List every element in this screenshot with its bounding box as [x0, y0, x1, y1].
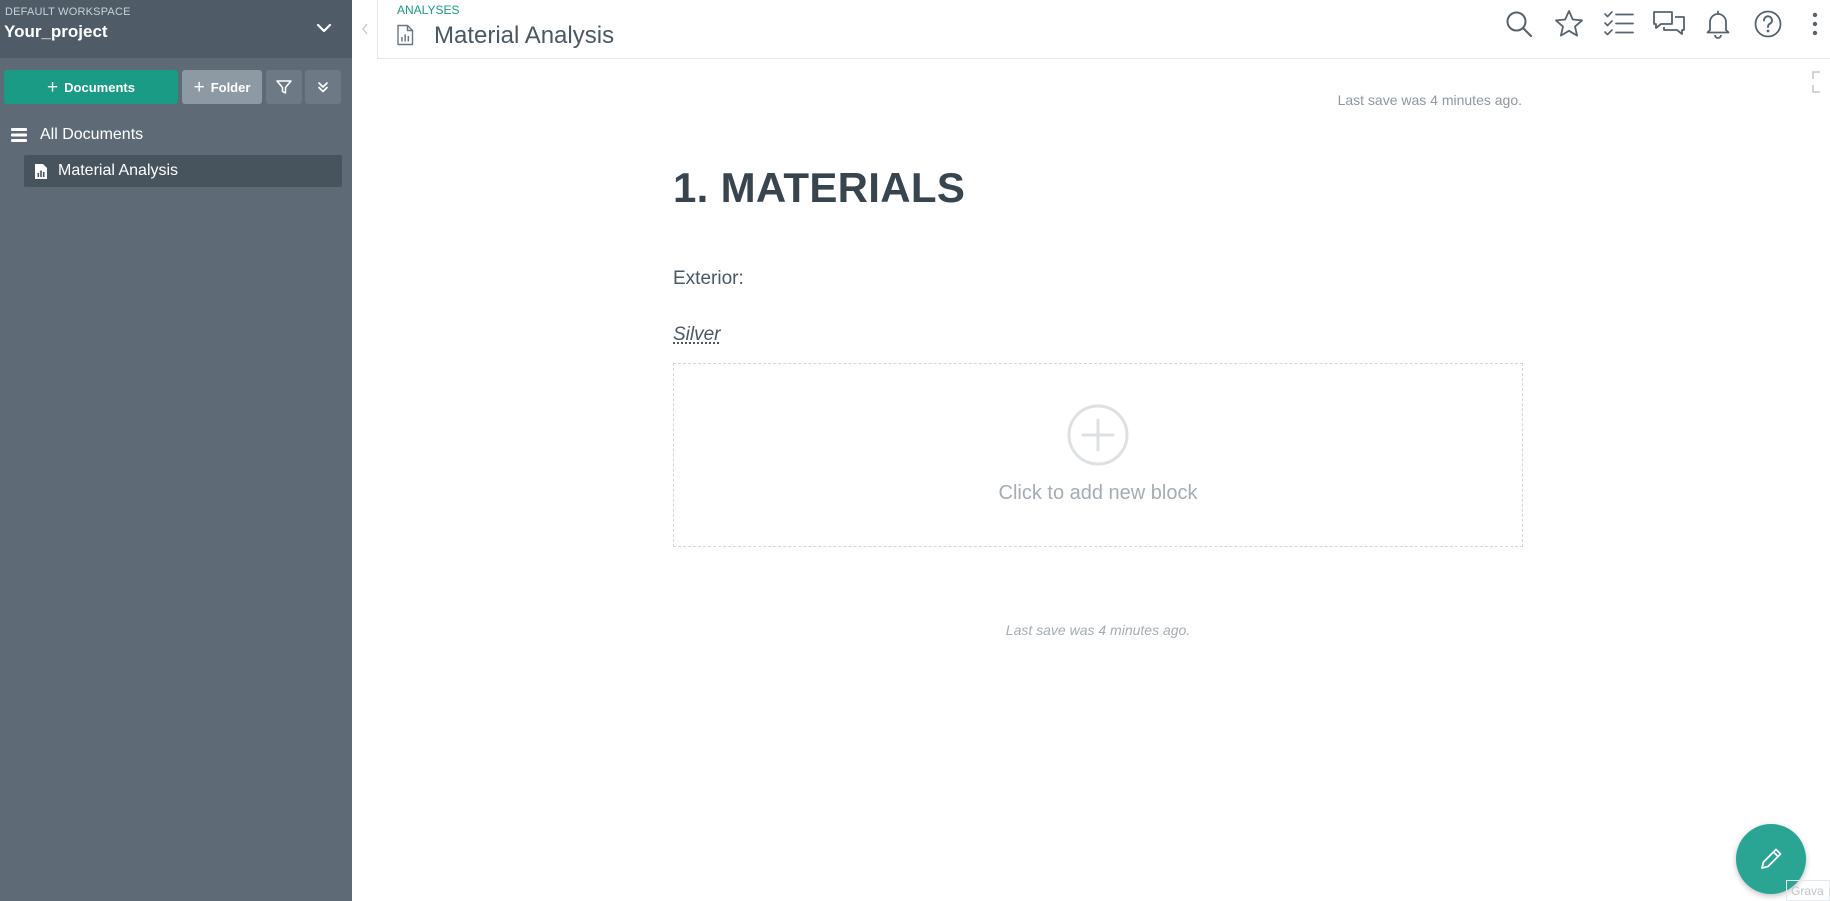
paragraph-exterior[interactable]: Exterior: [673, 268, 744, 290]
workspace-label: DEFAULT WORKSPACE [5, 6, 131, 18]
filter-icon [276, 80, 292, 94]
collapse-sidebar-button[interactable] [352, 0, 378, 58]
sidebar-item-label: Material Analysis [58, 162, 179, 179]
plus-circle-icon [1067, 404, 1129, 466]
bell-icon [1706, 10, 1730, 39]
workspace-selector[interactable]: DEFAULT WORKSPACE Your_project [0, 0, 352, 58]
more-options-button[interactable] [1803, 7, 1827, 41]
comments-button[interactable] [1652, 7, 1686, 41]
comments-icon [1653, 11, 1685, 35]
sidebar-item-all-documents[interactable]: All Documents [10, 122, 143, 148]
expand-all-button[interactable] [305, 70, 341, 104]
pencil-icon [1761, 848, 1782, 869]
chevron-left-icon [361, 23, 368, 35]
add-block-area[interactable]: Click to add new block [673, 363, 1523, 547]
add-block-label: Click to add new block [998, 482, 1198, 504]
document-heading[interactable]: 1. MATERIALS [673, 164, 965, 212]
plus-icon: + [47, 76, 59, 98]
add-documents-button[interactable]: + Documents [4, 70, 178, 104]
sidebar: DEFAULT WORKSPACE Your_project + Documen… [0, 0, 352, 901]
project-name: Your_project [4, 22, 108, 41]
add-documents-label: Documents [64, 79, 135, 95]
favorites-button[interactable] [1552, 7, 1586, 41]
fullscreen-icon[interactable] [1812, 71, 1830, 93]
chart-document-icon [397, 24, 414, 46]
sidebar-item-material-analysis[interactable]: Material Analysis [24, 155, 342, 187]
add-folder-button[interactable]: + Folder [182, 70, 262, 104]
star-icon [1555, 10, 1583, 37]
last-save-status: Last save was 4 minutes ago. [1337, 92, 1522, 108]
double-chevron-down-icon [318, 82, 328, 93]
sidebar-item-label: All Documents [40, 126, 144, 143]
checklist-icon [1604, 11, 1634, 36]
breadcrumb[interactable]: ANALYSES [397, 3, 459, 17]
chart-document-icon [35, 163, 47, 179]
search-icon [1506, 11, 1533, 38]
add-folder-label: Folder [210, 79, 251, 95]
page-title: Material Analysis [434, 22, 615, 49]
notifications-button[interactable] [1701, 7, 1735, 41]
plus-icon: + [193, 76, 205, 98]
help-button[interactable] [1751, 7, 1785, 41]
corner-tag: Grava [1786, 880, 1830, 901]
stack-icon [11, 128, 27, 142]
chevron-down-icon[interactable] [314, 18, 334, 38]
top-bar: ANALYSES Material Analysis [377, 0, 1830, 59]
more-vertical-icon [1812, 12, 1818, 36]
search-button[interactable] [1502, 7, 1536, 41]
help-icon [1754, 10, 1782, 38]
filter-button[interactable] [266, 70, 302, 104]
paragraph-silver[interactable]: Silver [673, 324, 721, 346]
last-save-status-bottom: Last save was 4 minutes ago. [1005, 622, 1191, 638]
tasks-button[interactable] [1602, 7, 1636, 41]
